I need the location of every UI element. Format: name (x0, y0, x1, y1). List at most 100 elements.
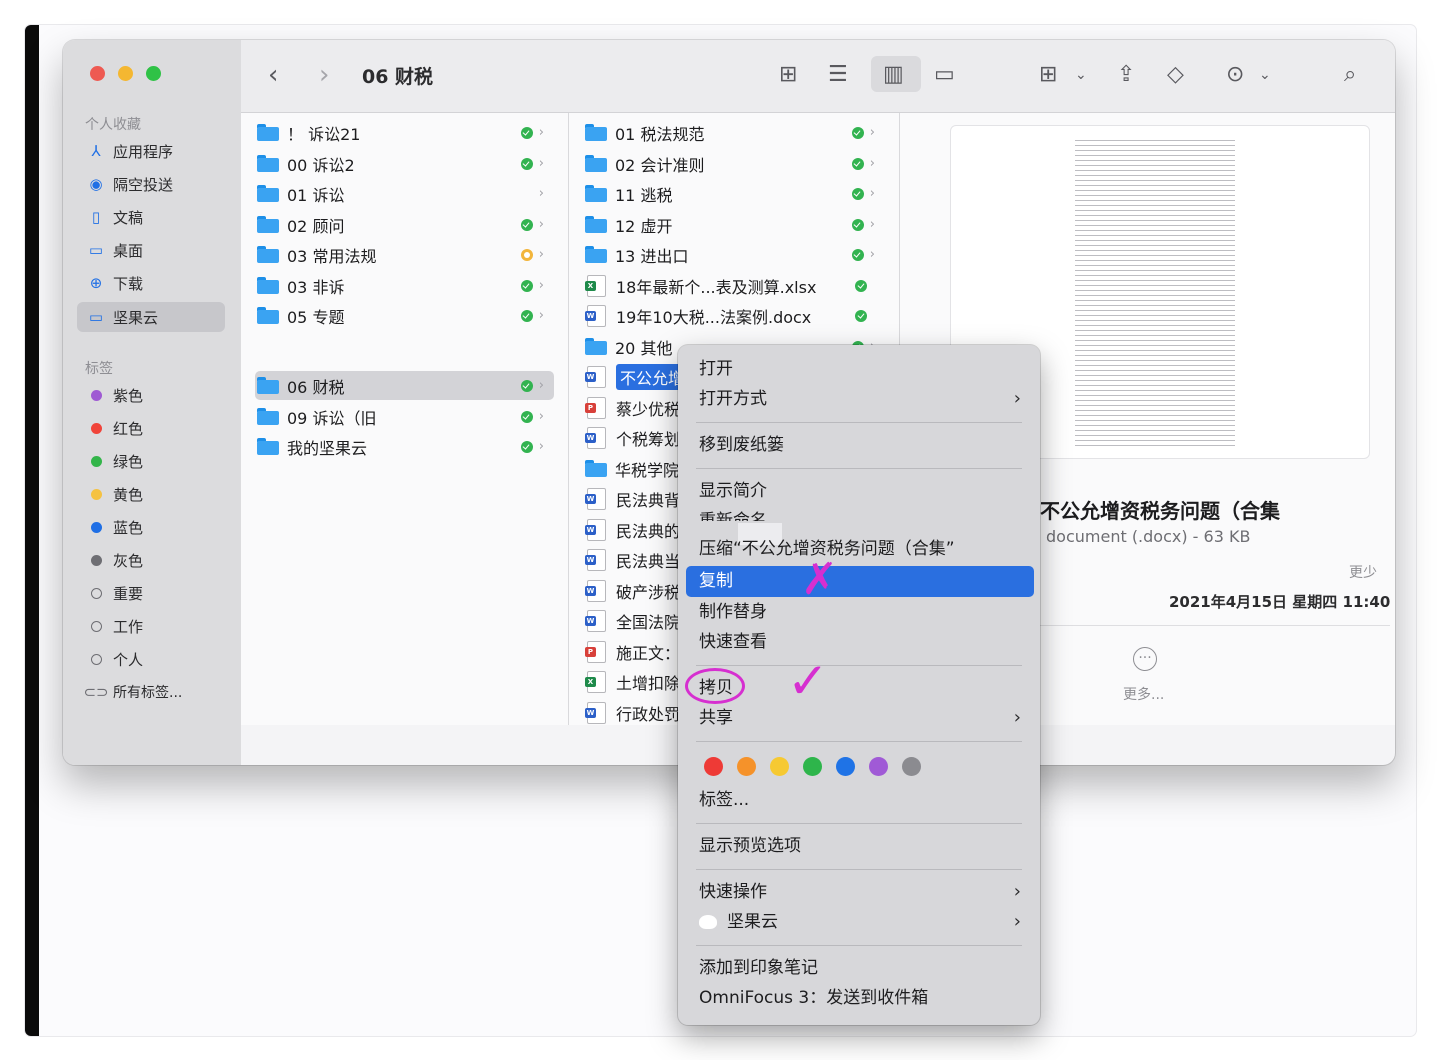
zoom-button[interactable] (146, 66, 161, 81)
menu-item-make-alias[interactable]: 制作替身 (699, 598, 767, 626)
desktop-icon: ▭ (88, 241, 104, 259)
menu-item-duplicate[interactable]: 复制 (686, 566, 1034, 597)
column-view-icon[interactable]: ▥ (883, 60, 904, 90)
excel-file-icon: X (585, 274, 606, 297)
tag-blue-swatch[interactable] (836, 757, 855, 776)
item-label: 土增扣除 (616, 673, 681, 693)
list-item[interactable]: 02 顾问 › (257, 210, 554, 239)
list-item[interactable]: 03 非诉 › (257, 271, 554, 300)
tag-purple-swatch[interactable] (869, 757, 888, 776)
sidebar-item-label: 下载 (113, 274, 144, 293)
menu-item-share[interactable]: 共享 › (699, 704, 1021, 732)
check-mark-annotation: ✓ (787, 652, 829, 710)
list-item[interactable]: 13 进出口 › (585, 240, 885, 269)
item-label: 02 顾问 (287, 216, 345, 236)
list-item[interactable]: 01 税法规范 › (585, 118, 885, 147)
sidebar-tag-work[interactable]: 工作 (77, 611, 225, 641)
list-item[interactable]: 05 专题 › (257, 301, 554, 330)
list-item[interactable]: 12 虚开 › (585, 210, 885, 239)
icon-view-icon[interactable]: ⊞ (779, 60, 797, 90)
menu-item-quick-actions[interactable]: 快速操作 › (699, 878, 1021, 906)
menu-item-tags[interactable]: 标签... (699, 786, 749, 814)
share-icon[interactable]: ⇪ (1117, 60, 1135, 90)
list-item[interactable]: ！ 诉讼21 › (257, 118, 554, 147)
toolbar: ‹ › 06 财税 ⊞ ☰ ▥ ▭ ⊞ ⌄ ⇪ ◇ ⊙ ⌄ ⌕ (241, 40, 1395, 113)
sidebar-tag-green[interactable]: 绿色 (77, 446, 225, 476)
sidebar-tag-important[interactable]: 重要 (77, 578, 225, 608)
tag-icon[interactable]: ◇ (1167, 60, 1184, 90)
back-chevron-icon[interactable]: ‹ (268, 60, 278, 90)
list-item[interactable]: X 18年最新个...表及测算.xlsx (585, 271, 885, 300)
list-item[interactable]: 02 会计准则 › (585, 149, 885, 178)
item-label: 民法典背 (616, 490, 681, 510)
folder-icon: ▭ (88, 308, 104, 326)
chevron-down-icon[interactable]: ⌄ (1075, 60, 1087, 90)
list-item[interactable]: 00 诉讼2 › (257, 149, 554, 178)
sidebar-item-label: 坚果云 (113, 308, 159, 327)
item-label: 01 诉讼 (287, 185, 345, 205)
list-item[interactable]: 01 诉讼 › (257, 179, 554, 208)
chevron-right-icon: › (1013, 881, 1021, 902)
word-file-icon: W (585, 304, 606, 327)
menu-item-add-to-evernote[interactable]: 添加到印象笔记 (699, 954, 818, 982)
group-icon[interactable]: ⊞ (1039, 60, 1057, 90)
sidebar-item-jianguoyun[interactable]: ▭ 坚果云 (77, 302, 225, 332)
sidebar-tag-red[interactable]: 红色 (77, 413, 225, 443)
empty-tag-icon (90, 653, 102, 665)
list-view-icon[interactable]: ☰ (828, 60, 848, 90)
sidebar-tag-personal[interactable]: 个人 (77, 644, 225, 674)
more-link[interactable]: 更多... (1123, 684, 1164, 704)
list-item[interactable]: 我的坚果云 › (257, 432, 554, 461)
tag-yellow-swatch[interactable] (770, 757, 789, 776)
more-icon[interactable]: ··· (1133, 647, 1157, 671)
menu-item-open-with[interactable]: 打开方式 › (699, 385, 1021, 413)
menu-item-quick-look[interactable]: 快速查看 (699, 628, 767, 656)
list-item-selected[interactable]: 06 财税 › (255, 371, 554, 400)
show-less-link[interactable]: 更少 (1349, 562, 1377, 582)
chevron-right-icon: › (538, 186, 544, 201)
sidebar-all-tags[interactable]: ⊂⊃ 所有标签... (77, 677, 225, 707)
sidebar-tag-gray[interactable]: 灰色 (77, 545, 225, 575)
tag-orange-swatch[interactable] (737, 757, 756, 776)
folder-icon (257, 408, 279, 425)
gallery-view-icon[interactable]: ▭ (934, 60, 955, 90)
sidebar-item-airdrop[interactable]: ◉ 隔空投送 (77, 169, 225, 199)
menu-item-jianguoyun[interactable]: 坚果云 › (699, 908, 1021, 936)
sidebar-item-documents[interactable]: ▯ 文稿 (77, 202, 225, 232)
sidebar-item-applications[interactable]: ⅄ 应用程序 (77, 136, 225, 166)
menu-item-move-to-trash[interactable]: 移到废纸篓 (699, 431, 784, 459)
sidebar-item-desktop[interactable]: ▭ 桌面 (77, 235, 225, 265)
tag-dot-icon (90, 554, 102, 566)
chevron-down-icon[interactable]: ⌄ (1259, 60, 1271, 90)
item-label: 11 逃税 (615, 185, 673, 205)
menu-item-get-info[interactable]: 显示简介 (699, 477, 767, 505)
list-item[interactable]: 11 逃税 › (585, 179, 885, 208)
tag-red-swatch[interactable] (704, 757, 723, 776)
menu-item-show-preview-options[interactable]: 显示预览选项 (699, 832, 801, 860)
synced-icon (520, 410, 533, 423)
search-icon[interactable]: ⌕ (1344, 60, 1356, 90)
list-item[interactable]: 09 诉讼（旧 › (257, 402, 554, 431)
folder-icon (257, 216, 279, 233)
word-file-icon: W (585, 609, 606, 632)
menu-item-omnifocus[interactable]: OmniFocus 3：发送到收件箱 (699, 984, 928, 1012)
sidebar-item-label: 个人 (113, 650, 144, 669)
sidebar-tag-yellow[interactable]: 黄色 (77, 479, 225, 509)
item-label: 我的坚果云 (287, 438, 368, 458)
sidebar-item-label: 工作 (113, 617, 144, 636)
item-label: 19年10大税...法案例.docx (616, 307, 812, 327)
sidebar-tag-purple[interactable]: 紫色 (77, 380, 225, 410)
tag-gray-swatch[interactable] (902, 757, 921, 776)
list-item[interactable]: W 19年10大税...法案例.docx (585, 301, 885, 330)
close-button[interactable] (90, 66, 105, 81)
minimize-button[interactable] (118, 66, 133, 81)
sidebar-item-downloads[interactable]: ⊕ 下载 (77, 268, 225, 298)
menu-item-rename[interactable]: 重新命名 (699, 507, 767, 521)
sidebar-tag-blue[interactable]: 蓝色 (77, 512, 225, 542)
folder-icon (257, 246, 279, 263)
list-item[interactable]: 03 常用法规 › (257, 240, 554, 269)
more-actions-icon[interactable]: ⊙ (1226, 60, 1244, 90)
menu-item-open[interactable]: 打开 (699, 355, 733, 383)
forward-chevron-icon[interactable]: › (319, 60, 329, 90)
tag-green-swatch[interactable] (803, 757, 822, 776)
